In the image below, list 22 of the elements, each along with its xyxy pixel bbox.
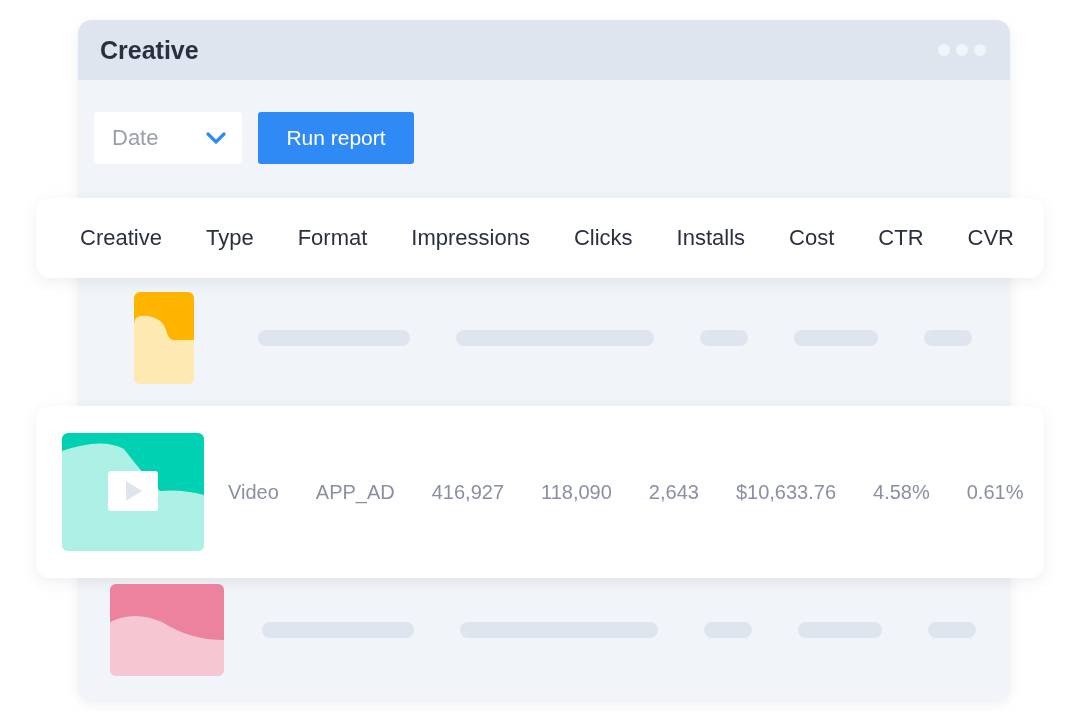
column-header: Clicks [573,225,633,251]
table-cell: 118,090 [541,480,612,504]
column-header: CTR [878,225,924,251]
run-report-button[interactable]: Run report [258,112,414,164]
chevron-icon [206,132,226,144]
column-header: Creative [80,225,162,251]
column-header: Type [205,225,254,251]
table-cell: $10,633.76 [735,480,836,504]
table-cell: 4.58% [873,480,930,504]
table-cell: 0.61% [966,480,1024,504]
window-title: Creative [100,35,199,65]
table-cell: 416,927 [431,480,505,504]
column-header: CVR [967,225,1014,251]
column-header: Cost [789,225,835,251]
column-header: Format [297,225,368,251]
date-dropdown[interactable]: Date [94,112,242,164]
table-cell: APP_AD [315,480,395,504]
table-cell: 2,643 [648,480,699,504]
table-cell: Video [228,480,279,504]
column-header: Impressions [411,225,530,251]
column-header: Installs [676,225,746,251]
table-row[interactable]: Video APP_AD 416,927 118,090 2,643 $10,633.76 4.58% 0.61% [36,406,1044,578]
